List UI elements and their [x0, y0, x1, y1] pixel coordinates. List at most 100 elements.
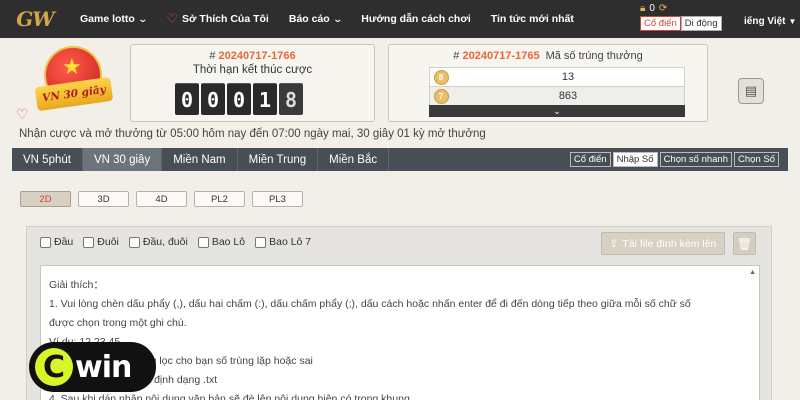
language-select[interactable]: iếng Việt ▼	[744, 16, 796, 27]
countdown-subtitle: Thời hạn kết thúc cược	[192, 64, 313, 76]
chevron-down-icon: ⌄	[332, 13, 343, 24]
result-ball: 7	[433, 88, 449, 104]
game-type-3d[interactable]: 3D	[78, 191, 129, 207]
game-type-selector: 2D 3D 4D PL2 PL3	[20, 191, 303, 207]
checkbox-box[interactable]	[197, 236, 209, 248]
checkbox-bao-lo-7[interactable]: Bao Lô 7	[255, 236, 311, 248]
mode-enter-numbers[interactable]: Nhập Số	[612, 152, 658, 167]
checkbox-dau[interactable]: Đầu	[40, 236, 73, 248]
countdown-digit: 1	[253, 83, 277, 115]
results-card: # 20240717-1765 Mã số trúng thưởng 8 13 78…	[388, 44, 708, 122]
previous-draw-id: 20240717-1765	[462, 50, 540, 62]
game-type-pl3[interactable]: PL3	[252, 191, 303, 207]
results-title: # 20240717-1765 Mã số trúng thưởng	[389, 50, 707, 62]
instruction-line: 4. Sau khi dán nhập nội dung văn bản sẽ …	[49, 393, 410, 400]
checkbox-label: Đầu, đuôi	[142, 236, 188, 248]
results-label: Mã số trúng thưởng	[545, 50, 643, 62]
badge-label: VN 30 giây	[41, 83, 107, 105]
favorite-heart-icon[interactable]: ♡	[16, 106, 29, 123]
heart-icon: ♡	[166, 11, 179, 26]
cwin-logo-text: win	[75, 349, 132, 385]
hash-symbol: #	[209, 50, 216, 62]
instruction-line: Giải thích：	[49, 279, 104, 291]
checkbox-duoi[interactable]: Đuôi	[83, 236, 119, 248]
checkbox-label: Đầu	[54, 236, 74, 248]
language-label: iếng Việt	[744, 16, 786, 27]
countdown-card: # 20240717-1766 Thời hạn kết thúc cược 0…	[130, 44, 375, 122]
instruction-line: Ví dụ: 12 23 45	[49, 333, 751, 352]
view-classic-button[interactable]: Cổ điển	[640, 16, 681, 31]
document-icon[interactable]: ▤	[738, 78, 764, 104]
mode-tabs: Cổ điển Nhập Số Chọn số nhanh Chọn Số	[569, 152, 779, 167]
balance-value: 0	[649, 3, 655, 14]
result-row: 7 863	[429, 86, 685, 105]
balance: 🔒︎ 0 ⟳	[640, 3, 667, 14]
countdown-title: # 20240717-1766	[131, 50, 374, 62]
tab-vn-5phut[interactable]: VN 5phút	[12, 148, 83, 171]
view-mobile-button[interactable]: Di động	[680, 16, 722, 31]
nav-news[interactable]: Tin tức mới nhất	[481, 0, 584, 38]
checkbox-box[interactable]	[40, 236, 51, 248]
nav-favorites[interactable]: ♡ Sở Thích Của Tôi	[156, 0, 278, 38]
checkbox-box[interactable]	[128, 236, 140, 248]
logo[interactable]: GW	[0, 0, 70, 38]
account-area: 🔒︎ 0 ⟳ Cổ điển Di động iếng Việt ▼	[640, 0, 800, 38]
checkbox-label: Đuôi	[97, 236, 119, 248]
countdown-digit: 0	[175, 83, 199, 115]
nav-favorites-label: Sở Thích Của Tôi	[182, 13, 269, 25]
region-tabs: VN 5phút VN 30 giây Miền Nam Miền Trung …	[12, 148, 788, 171]
game-type-pl2[interactable]: PL2	[194, 191, 245, 207]
trash-icon[interactable]: 🗑︎	[733, 232, 756, 255]
game-badge: ★ VN 30 giây	[34, 46, 114, 122]
nav-how-to-play[interactable]: Hướng dẫn cách chơi	[351, 0, 480, 38]
mode-quick-pick[interactable]: Chọn số nhanh	[659, 152, 733, 167]
result-row: 8 13	[429, 67, 685, 86]
mode-pick-numbers[interactable]: Chọn Số	[734, 152, 779, 167]
tab-vn-30-giay[interactable]: VN 30 giây	[82, 148, 163, 171]
countdown-digits: 0 0 0 1 8	[175, 83, 303, 115]
upload-label: Tải file đính kèm lên	[622, 237, 717, 250]
top-nav: GW Game lotto ⌄ ♡ Sở Thích Của Tôi Báo cáo…	[0, 0, 800, 38]
countdown-digit: 8	[279, 83, 303, 115]
lock-icon: 🔒︎	[640, 3, 646, 14]
current-draw-id: 20240717-1766	[218, 50, 296, 62]
cwin-watermark: Cwin	[29, 342, 156, 392]
expand-results-button[interactable]: ⌄	[429, 105, 685, 117]
checkbox-label: Bao Lô	[211, 236, 246, 248]
cwin-logo-c: C	[35, 348, 73, 386]
tab-mien-trung[interactable]: Miền Trung	[238, 148, 319, 171]
upload-file-button[interactable]: ⇪ Tải file đính kèm lên	[601, 232, 725, 255]
bet-type-checkboxes: Đầu Đuôi Đầu, đuôi Bao Lô Bao Lô 7	[40, 236, 311, 248]
instruction-line: 1. Vui lòng chèn dấu phẩy (,), dấu hai c…	[49, 298, 691, 310]
nav-news-label: Tin tức mới nhất	[490, 13, 574, 25]
nav-how-to-play-label: Hướng dẫn cách chơi	[361, 13, 471, 25]
caret-down-icon: ▼	[788, 17, 797, 26]
result-value: 863	[558, 90, 578, 102]
game-type-2d[interactable]: 2D	[20, 191, 71, 207]
checkbox-dau-duoi[interactable]: Đầu, đuôi	[128, 236, 188, 248]
results-table: 8 13 7 863 ⌄	[429, 67, 685, 117]
scroll-up-icon[interactable]: ▲	[749, 269, 756, 276]
nav-reports[interactable]: Báo cáo ⌄	[279, 0, 351, 38]
chevron-down-icon: ⌄	[137, 13, 148, 24]
refresh-icon[interactable]: ⟳	[659, 3, 667, 14]
hash-symbol: #	[453, 50, 460, 62]
mode-classic[interactable]: Cổ điển	[569, 152, 611, 167]
result-value: 13	[561, 71, 575, 83]
game-type-4d[interactable]: 4D	[136, 191, 187, 207]
tab-mien-nam[interactable]: Miền Nam	[162, 148, 238, 171]
countdown-digit: 0	[227, 83, 251, 115]
countdown-digit: 0	[201, 83, 225, 115]
upload-icon: ⇪	[609, 237, 619, 250]
chevron-down-icon: ⌄	[553, 105, 561, 116]
tab-mien-bac[interactable]: Miền Bắc	[318, 148, 390, 171]
checkbox-bao-lo[interactable]: Bao Lô	[197, 236, 246, 248]
star-icon: ★	[62, 54, 82, 79]
instruction-line: được chọn trong một ghi chú.	[49, 317, 187, 329]
schedule-notice: Nhận cược và mở thưởng từ 05:00 hôm nay …	[19, 128, 486, 140]
checkbox-box[interactable]	[83, 236, 95, 248]
checkbox-label: Bao Lô 7	[269, 236, 312, 248]
logo-text: GW	[16, 7, 55, 31]
nav-game-lotto[interactable]: Game lotto ⌄	[70, 0, 156, 38]
checkbox-box[interactable]	[255, 236, 267, 248]
